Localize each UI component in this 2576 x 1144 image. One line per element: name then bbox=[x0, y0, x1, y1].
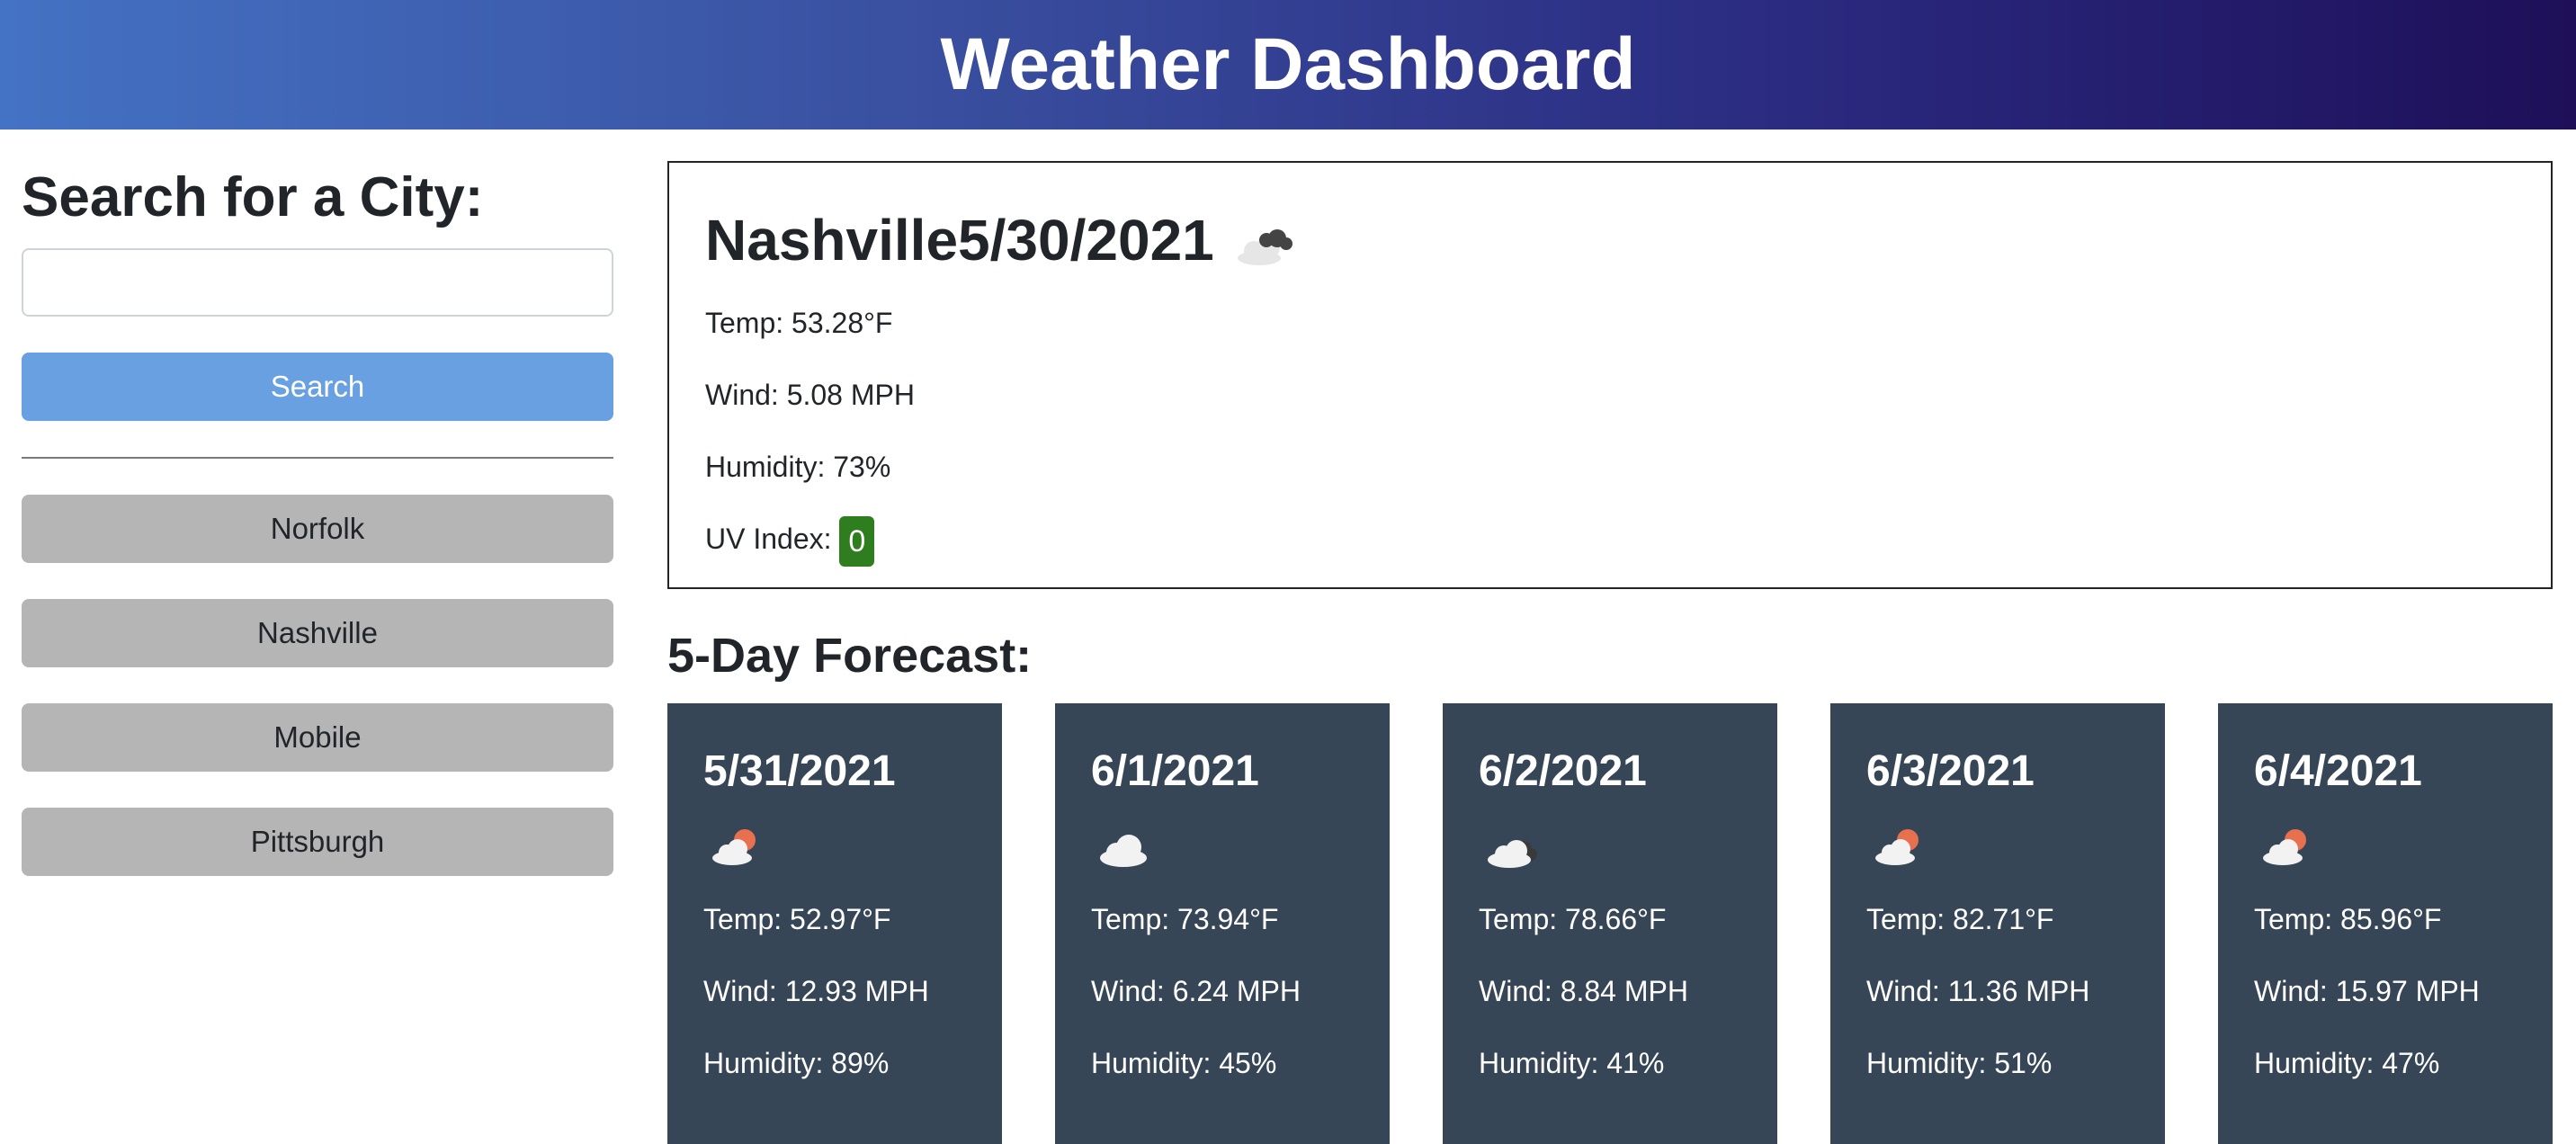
city-search-input[interactable] bbox=[22, 248, 613, 317]
search-history-list: Norfolk Nashville Mobile Pittsburgh bbox=[22, 495, 613, 876]
forecast-humidity: Humidity: 89% bbox=[703, 1047, 890, 1079]
forecast-card: 6/3/2021 Temp: 82.71°F Wind: 11.36 MPH H… bbox=[1830, 703, 2165, 1144]
search-heading: Search for a City: bbox=[22, 166, 484, 228]
current-date: 5/30/2021 bbox=[958, 208, 1214, 273]
forecast-temp: Temp: 82.71°F bbox=[1866, 903, 2054, 935]
forecast-wind: Wind: 15.97 MPH bbox=[2254, 975, 2480, 1007]
forecast-wind: Wind: 8.84 MPH bbox=[1479, 975, 1688, 1007]
cloud-icon bbox=[1091, 811, 1354, 883]
history-button-norfolk[interactable]: Norfolk bbox=[22, 495, 613, 563]
forecast-heading: 5-Day Forecast: bbox=[667, 629, 1033, 683]
forecast-card: 5/31/2021 Temp: 52.97°F Wind: 12.93 MPH … bbox=[667, 703, 1002, 1144]
forecast-wind: Wind: 11.36 MPH bbox=[1866, 975, 2090, 1007]
current-city: Nashville bbox=[705, 208, 959, 273]
broken-clouds-icon bbox=[1227, 215, 1299, 282]
page-header: Weather Dashboard bbox=[0, 0, 2576, 130]
forecast-temp: Temp: 85.96°F bbox=[2254, 903, 2442, 935]
broken-clouds-icon bbox=[1479, 811, 1741, 883]
sidebar-divider bbox=[22, 457, 613, 459]
current-uv-row: UV Index: 0 bbox=[705, 503, 2515, 575]
forecast-card: 6/1/2021 Temp: 73.94°F Wind: 6.24 MPH Hu… bbox=[1055, 703, 1390, 1144]
forecast-humidity: Humidity: 41% bbox=[1479, 1047, 1665, 1079]
forecast-wind: Wind: 6.24 MPH bbox=[1091, 975, 1301, 1007]
forecast-temp: Temp: 78.66°F bbox=[1479, 903, 1667, 935]
uv-index-label: UV Index: bbox=[705, 523, 840, 555]
forecast-temp: Temp: 73.94°F bbox=[1091, 903, 1279, 935]
current-temp: Temp: 53.28°F bbox=[705, 307, 893, 339]
current-wind: Wind: 5.08 MPH bbox=[705, 379, 915, 411]
few-clouds-icon bbox=[703, 811, 966, 883]
forecast-humidity: Humidity: 45% bbox=[1091, 1047, 1277, 1079]
forecast-card: 6/4/2021 Temp: 85.96°F Wind: 15.97 MPH H… bbox=[2218, 703, 2553, 1144]
search-button[interactable]: Search bbox=[22, 353, 613, 421]
forecast-temp: Temp: 52.97°F bbox=[703, 903, 891, 935]
few-clouds-icon bbox=[1866, 811, 2129, 883]
page-title: Weather Dashboard bbox=[940, 23, 1636, 105]
history-button-nashville[interactable]: Nashville bbox=[22, 599, 613, 667]
forecast-date: 6/2/2021 bbox=[1479, 747, 1647, 795]
forecast-date: 6/3/2021 bbox=[1866, 747, 2035, 795]
forecast-humidity: Humidity: 47% bbox=[2254, 1047, 2440, 1079]
current-weather-panel: Nashville 5/30/2021 Temp: 53.28°F Wind: 5… bbox=[667, 161, 2553, 589]
sidebar: Search for a City: Search Norfolk Nashvi… bbox=[22, 153, 613, 912]
forecast-date: 6/4/2021 bbox=[2254, 747, 2422, 795]
history-button-mobile[interactable]: Mobile bbox=[22, 703, 613, 772]
forecast-humidity: Humidity: 51% bbox=[1866, 1047, 2053, 1079]
forecast-cards: 5/31/2021 Temp: 52.97°F Wind: 12.93 MPH … bbox=[667, 703, 2553, 1144]
current-weather-title: Nashville 5/30/2021 bbox=[705, 202, 2515, 278]
history-button-pittsburgh[interactable]: Pittsburgh bbox=[22, 808, 613, 876]
few-clouds-icon bbox=[2254, 811, 2517, 883]
forecast-date: 6/1/2021 bbox=[1091, 747, 1259, 795]
uv-index-badge: 0 bbox=[839, 515, 875, 567]
forecast-card: 6/2/2021 Temp: 78.66°F Wind: 8.84 MPH Hu… bbox=[1443, 703, 1777, 1144]
current-humidity: Humidity: 73% bbox=[705, 451, 891, 483]
forecast-date: 5/31/2021 bbox=[703, 747, 896, 795]
forecast-wind: Wind: 12.93 MPH bbox=[703, 975, 929, 1007]
